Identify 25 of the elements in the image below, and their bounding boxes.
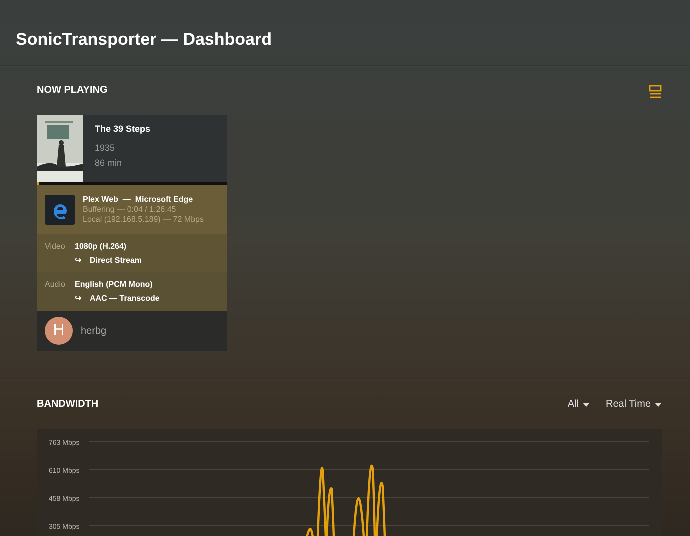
- media-duration: 86 min: [95, 156, 124, 170]
- filter-dropdown[interactable]: All: [568, 397, 590, 412]
- page-title: SonicTransporter — Dashboard: [15, 29, 273, 51]
- user-avatar: H: [45, 317, 73, 345]
- stream-label: Audio: [45, 280, 66, 291]
- player-name: Plex Web — Microsoft Edge: [83, 194, 194, 204]
- browser-icon: [45, 194, 75, 224]
- menu-icon[interactable]: [649, 84, 662, 98]
- stream-value: English (PCM Mono): [75, 280, 154, 290]
- stream-decision: AAC — Transcode: [90, 294, 160, 304]
- media-year: 1935: [95, 142, 116, 154]
- filter-dropdown[interactable]: Real Time: [606, 397, 662, 412]
- stream-decision: Direct Stream: [90, 256, 142, 266]
- arrow-icon: ↪: [75, 256, 82, 266]
- player-state: Buffering — 0:04 / 1:26:45: [83, 204, 178, 214]
- section-heading: NOW PLAYING: [37, 85, 108, 97]
- caret-icon: [582, 402, 590, 406]
- section-heading: BANDWIDTH: [37, 398, 99, 410]
- stream-value: 1080p (H.264): [75, 242, 128, 252]
- user-name: herbg: [81, 324, 107, 338]
- media-title: The 39 Steps: [95, 123, 151, 136]
- arrow-icon: ↪: [75, 294, 82, 304]
- caret-icon: [655, 402, 662, 406]
- stream-label: Video: [45, 242, 66, 253]
- network-info: Local (192.168.5.189) — 72 Mbps: [83, 214, 204, 224]
